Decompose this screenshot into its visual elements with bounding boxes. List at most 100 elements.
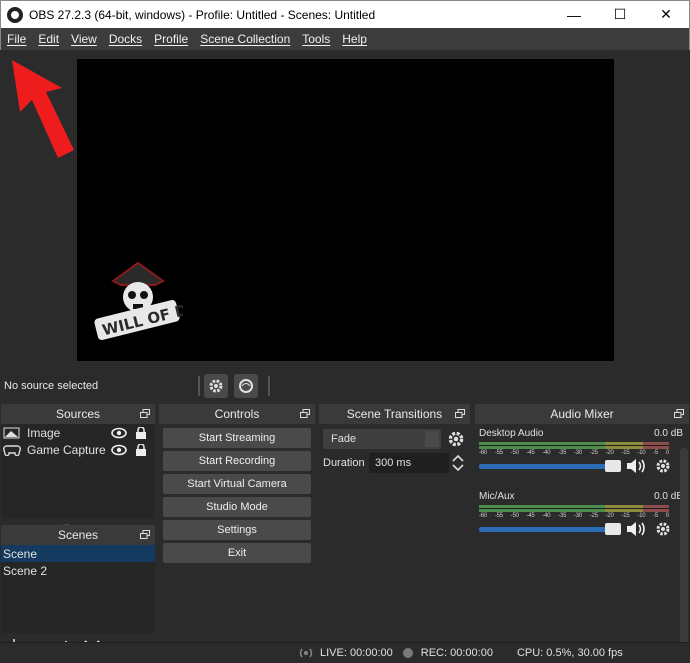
filter-icon (239, 379, 253, 393)
meter-ticks: -60 -55 -50 -45 -40 -35 -30 -25 -20 -15 -10 -5 0 (479, 513, 669, 519)
eye-icon[interactable] (111, 444, 127, 456)
undock-icon[interactable] (674, 409, 684, 418)
scene-transitions-dock: Scene Transitions Fade Duration 300 ms (319, 404, 470, 663)
volume-meter (479, 442, 669, 449)
select-arrows-icon (425, 431, 439, 447)
undock-icon[interactable] (140, 409, 150, 418)
scenes-header: Scenes (1, 525, 155, 545)
sources-header: Sources (1, 404, 155, 424)
transitions-body: Fade Duration 300 ms (319, 424, 470, 663)
source-item[interactable]: Game Capture (1, 441, 155, 458)
preview-canvas[interactable]: WILL OF D (77, 59, 614, 361)
speaker-icon[interactable] (625, 458, 647, 474)
source-filters-button[interactable] (234, 374, 258, 398)
transitions-header: Scene Transitions (319, 404, 470, 424)
slider-handle[interactable] (605, 459, 621, 472)
mixer-channel: Mic/Aux 0.0 dB -60 -55 -50 -45 -40 -35 -30 -25-… (475, 487, 689, 550)
image-icon (3, 427, 20, 438)
menu-file[interactable]: File (3, 32, 30, 46)
menu-profile[interactable]: Profile (150, 32, 192, 46)
scene-item[interactable]: Scene (1, 545, 155, 562)
undock-icon[interactable] (455, 409, 465, 418)
minimize-button[interactable]: — (551, 1, 597, 29)
eye-icon[interactable] (111, 427, 127, 439)
settings-button[interactable]: Settings (163, 520, 311, 540)
undock-icon[interactable] (140, 530, 150, 539)
source-properties-button[interactable] (204, 374, 228, 398)
broadcast-icon (299, 648, 313, 658)
sources-title: Sources (55, 407, 101, 421)
divider (268, 376, 270, 396)
start-virtual-camera-button[interactable]: Start Virtual Camera (163, 474, 311, 494)
mixer-channel: Desktop Audio 0.0 dB -60 -55 -50 -45 -40 -35-… (475, 424, 689, 487)
mixer-body: Desktop Audio 0.0 dB -60 -55 -50 -45 -40 -35-… (475, 424, 689, 663)
gear-icon[interactable] (447, 430, 465, 448)
sources-list: Image Game Capture (1, 424, 155, 519)
controls-header: Controls (159, 404, 315, 424)
obs-logo-icon (7, 6, 23, 23)
controls-dock: Controls Start Streaming Start Recording… (159, 404, 315, 663)
channel-level: 0.0 dB (654, 428, 683, 439)
menu-view[interactable]: View (67, 32, 101, 46)
lock-icon[interactable] (133, 443, 149, 456)
transitions-title: Scene Transitions (346, 407, 443, 421)
lock-icon[interactable] (133, 426, 149, 439)
undock-icon[interactable] (300, 409, 310, 418)
source-label: Game Capture (27, 442, 106, 457)
mixer-header: Audio Mixer (475, 404, 689, 424)
volume-slider[interactable] (479, 522, 621, 535)
channel-name: Desktop Audio (479, 428, 544, 439)
speaker-icon[interactable] (625, 521, 647, 537)
source-toolbar: No source selected (1, 372, 689, 400)
meter-ticks: -60 -55 -50 -45 -40 -35 -30 -25 -20 -15 -10 -5 0 (479, 450, 669, 456)
start-recording-button[interactable]: Start Recording (163, 451, 311, 471)
sources-dock: Sources Image Game Capture + − (1, 404, 155, 543)
gear-icon (209, 379, 223, 393)
source-item[interactable]: Image (1, 424, 155, 441)
volume-meter (479, 505, 669, 512)
mixer-title: Audio Mixer (550, 407, 614, 421)
rec-status: REC: 00:00:00 (420, 647, 493, 659)
mixer-scrollbar[interactable] (680, 448, 688, 663)
duration-input[interactable]: 300 ms (369, 453, 449, 473)
menu-docks[interactable]: Docks (105, 32, 146, 46)
audio-mixer-dock: Audio Mixer Desktop Audio 0.0 dB -60 -55-… (475, 404, 689, 663)
gear-icon[interactable] (655, 521, 671, 537)
studio-mode-button[interactable]: Studio Mode (163, 497, 311, 517)
menu-tools[interactable]: Tools (298, 32, 334, 46)
scenes-dock: Scenes Scene Scene 2 + − (1, 525, 155, 657)
window-titlebar: OBS 27.2.3 (64-bit, windows) - Profile: … (0, 0, 690, 28)
transition-select[interactable]: Fade (323, 429, 441, 449)
spinner-icon[interactable] (451, 453, 465, 473)
gear-icon[interactable] (655, 458, 671, 474)
maximize-button[interactable]: ☐ (597, 1, 643, 29)
scene-item[interactable]: Scene 2 (1, 562, 155, 579)
transition-value: Fade (331, 433, 357, 445)
menu-scene-collection[interactable]: Scene Collection (196, 32, 294, 46)
start-streaming-button[interactable]: Start Streaming (163, 428, 311, 448)
scenes-list: Scene Scene 2 (1, 545, 155, 633)
menu-edit[interactable]: Edit (34, 32, 63, 46)
volume-slider[interactable] (479, 459, 621, 472)
channel-name: Mic/Aux (479, 491, 515, 502)
channel-level: 0.0 dB (654, 491, 683, 502)
controls-body: Start Streaming Start Recording Start Vi… (159, 424, 315, 663)
will-of-d-logo: WILL OF D (93, 257, 189, 343)
scenes-title: Scenes (57, 528, 99, 542)
slider-handle[interactable] (605, 522, 621, 535)
window-title: OBS 27.2.3 (64-bit, windows) - Profile: … (29, 7, 376, 22)
controls-title: Controls (214, 407, 260, 421)
status-bar: LIVE: 00:00:00 REC: 00:00:00 CPU: 0.5%, … (0, 642, 690, 663)
no-source-label: No source selected (4, 380, 99, 392)
menu-help[interactable]: Help (338, 32, 371, 46)
cpu-status: CPU: 0.5%, 30.00 fps (516, 647, 623, 659)
record-dot-icon (402, 648, 413, 658)
live-status: LIVE: 00:00:00 (320, 647, 393, 659)
exit-button[interactable]: Exit (163, 543, 311, 563)
close-button[interactable]: ✕ (643, 1, 689, 29)
source-label: Image (27, 425, 61, 440)
menu-bar: File Edit View Docks Profile Scene Colle… (0, 28, 690, 50)
duration-label: Duration (323, 457, 365, 469)
red-arrow-annotation (12, 60, 74, 158)
gamepad-icon (3, 444, 21, 456)
